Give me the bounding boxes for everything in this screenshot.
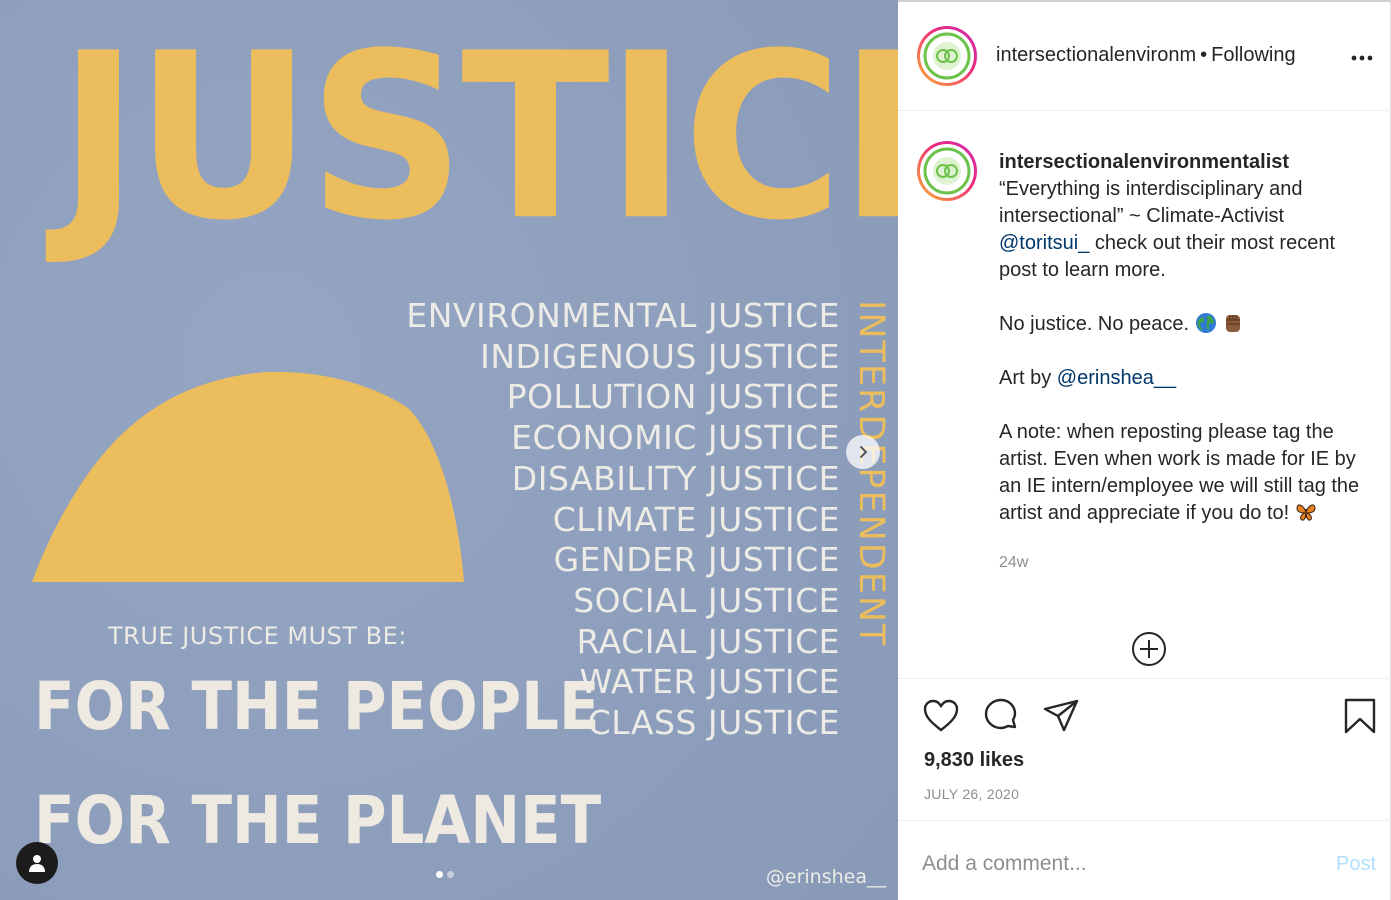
justice-item: ECONOMIC JUSTICE xyxy=(511,418,840,458)
true-justice-label: TRUE JUSTICE MUST BE: xyxy=(108,622,407,650)
post-image[interactable]: JUSTICE ENVIRONMENTAL JUSTICE INDIGENOUS… xyxy=(0,0,898,900)
comment-button[interactable] xyxy=(982,697,1020,740)
likes-count[interactable]: 9,830 likes xyxy=(924,749,1024,772)
carousel-dot xyxy=(447,871,454,878)
raised-fist-icon xyxy=(1226,315,1241,332)
user-icon xyxy=(29,855,45,872)
post-comment-button[interactable]: Post xyxy=(1336,853,1376,876)
caption-paragraph-4: A note: when reposting please tag the ar… xyxy=(999,419,1367,527)
post-header: intersectionalenvironm • Following xyxy=(898,2,1391,111)
more-dots-icon xyxy=(1351,55,1373,61)
art-by-label: Art by xyxy=(999,367,1057,389)
globe-icon xyxy=(1195,313,1216,333)
justice-item: ENVIRONMENTAL JUSTICE xyxy=(406,296,840,335)
caption-paragraph-3: Art by @erinshea__ xyxy=(999,365,1367,392)
send-icon xyxy=(1043,699,1079,732)
artist-watermark: @erinshea__ xyxy=(765,866,886,888)
caption-username[interactable]: intersectionalenvironmentalist xyxy=(999,149,1367,176)
slogan-people: FOR THE PEOPLE xyxy=(34,668,600,745)
share-button[interactable] xyxy=(1042,697,1080,740)
mention-erinshea[interactable]: @erinshea__ xyxy=(1057,367,1176,389)
separator-dot: • xyxy=(1200,44,1208,66)
chevron-right-icon xyxy=(860,446,868,458)
next-slide-button[interactable] xyxy=(846,435,880,469)
tagged-users-button[interactable] xyxy=(16,842,58,884)
caption-paragraph-1: “Everything is interdisciplinary and int… xyxy=(999,176,1367,284)
header-username[interactable]: intersectionalenvironm xyxy=(996,44,1196,67)
post-date[interactable]: JULY 26, 2020 xyxy=(924,786,1019,802)
justice-item: GENDER JUSTICE xyxy=(553,540,840,580)
comment-bar: Post xyxy=(898,820,1391,900)
ie-logo-icon xyxy=(923,32,971,80)
heart-icon xyxy=(923,699,959,732)
no-justice-text: No justice. No peace. xyxy=(999,313,1190,335)
caption-avatar[interactable] xyxy=(917,141,977,201)
justice-item: POLLUTION JUSTICE xyxy=(506,377,840,417)
comment-icon xyxy=(984,698,1017,730)
relative-time[interactable]: 24w xyxy=(999,549,1367,576)
post-actions: 9,830 likes JULY 26, 2020 xyxy=(898,678,1391,820)
sun-shape xyxy=(32,371,464,582)
caption-text: intersectionalenvironmentalist “Everythi… xyxy=(999,149,1367,576)
header-user-row: intersectionalenvironm • Following xyxy=(996,44,1296,67)
justice-item: DISABILITY JUSTICE xyxy=(511,458,840,498)
interdependent-text: INTERDEPENDENT xyxy=(851,300,891,648)
art-title: JUSTICE xyxy=(58,5,898,271)
like-button[interactable] xyxy=(922,697,960,740)
avatar[interactable] xyxy=(917,26,977,86)
butterfly-icon xyxy=(1296,504,1316,521)
load-more-comments-button[interactable] xyxy=(1131,631,1167,667)
justice-item: RACIAL JUSTICE xyxy=(576,621,840,661)
following-button[interactable]: Following xyxy=(1211,44,1295,66)
more-options-button[interactable] xyxy=(1350,46,1374,75)
ie-logo-icon xyxy=(923,147,971,195)
caption-quote: “Everything is interdisciplinary and int… xyxy=(999,178,1303,227)
mention-toritsui[interactable]: @toritsui_ xyxy=(999,232,1089,254)
comment-input[interactable] xyxy=(922,849,1302,879)
caption-section: intersectionalenvironmentalist “Everythi… xyxy=(898,111,1391,678)
bookmark-icon xyxy=(1344,698,1376,734)
slogan-planet: FOR THE PLANET xyxy=(34,782,602,859)
save-button[interactable] xyxy=(1342,697,1378,740)
post-side-panel: intersectionalenvironm • Following inters xyxy=(898,0,1391,900)
carousel-indicator xyxy=(436,871,454,878)
justice-item: SOCIAL JUSTICE xyxy=(573,580,840,620)
justice-item: INDIGENOUS JUSTICE xyxy=(480,336,840,376)
carousel-dot-active xyxy=(436,871,443,878)
plus-circle-icon xyxy=(1132,632,1166,666)
justice-item: CLIMATE JUSTICE xyxy=(552,499,840,539)
caption-paragraph-2: No justice. No peace. xyxy=(999,311,1367,338)
